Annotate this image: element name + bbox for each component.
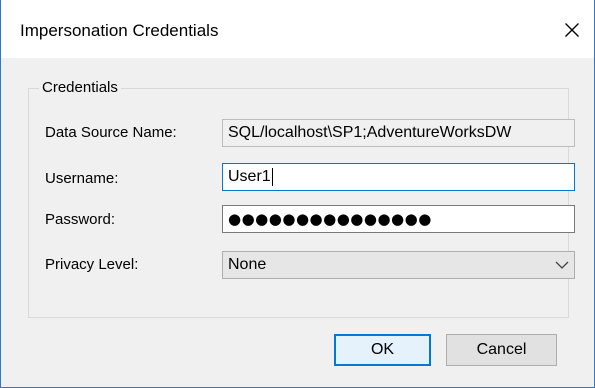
data-source-name-label: Data Source Name: [45, 124, 177, 141]
title-bar: Impersonation Credentials [1, 0, 594, 58]
privacy-level-selected: None [228, 256, 267, 273]
privacy-level-label: Privacy Level: [45, 256, 139, 273]
password-input[interactable]: ●●●●●●●●●●●●●●● [222, 205, 575, 233]
privacy-level-select[interactable]: None [222, 251, 575, 279]
cancel-button[interactable]: Cancel [446, 334, 557, 366]
username-label: Username: [45, 170, 119, 187]
close-button[interactable] [554, 12, 590, 48]
close-icon [565, 23, 579, 37]
text-caret [271, 168, 273, 186]
chevron-down-icon [555, 261, 569, 269]
credentials-group-label: Credentials [39, 79, 121, 97]
dialog-title: Impersonation Credentials [20, 21, 219, 40]
ok-button[interactable]: OK [334, 334, 431, 366]
data-source-name-field: SQL/localhost\SP1;AdventureWorksDW [222, 119, 575, 147]
password-label: Password: [45, 211, 116, 228]
data-source-name-value: SQL/localhost\SP1;AdventureWorksDW [228, 124, 512, 141]
username-input[interactable]: User1 [222, 163, 575, 191]
username-value: User1 [228, 168, 271, 185]
password-masked-value: ●●●●●●●●●●●●●●● [228, 210, 432, 228]
dialog-window: Impersonation Credentials Credentials Da… [0, 0, 595, 388]
